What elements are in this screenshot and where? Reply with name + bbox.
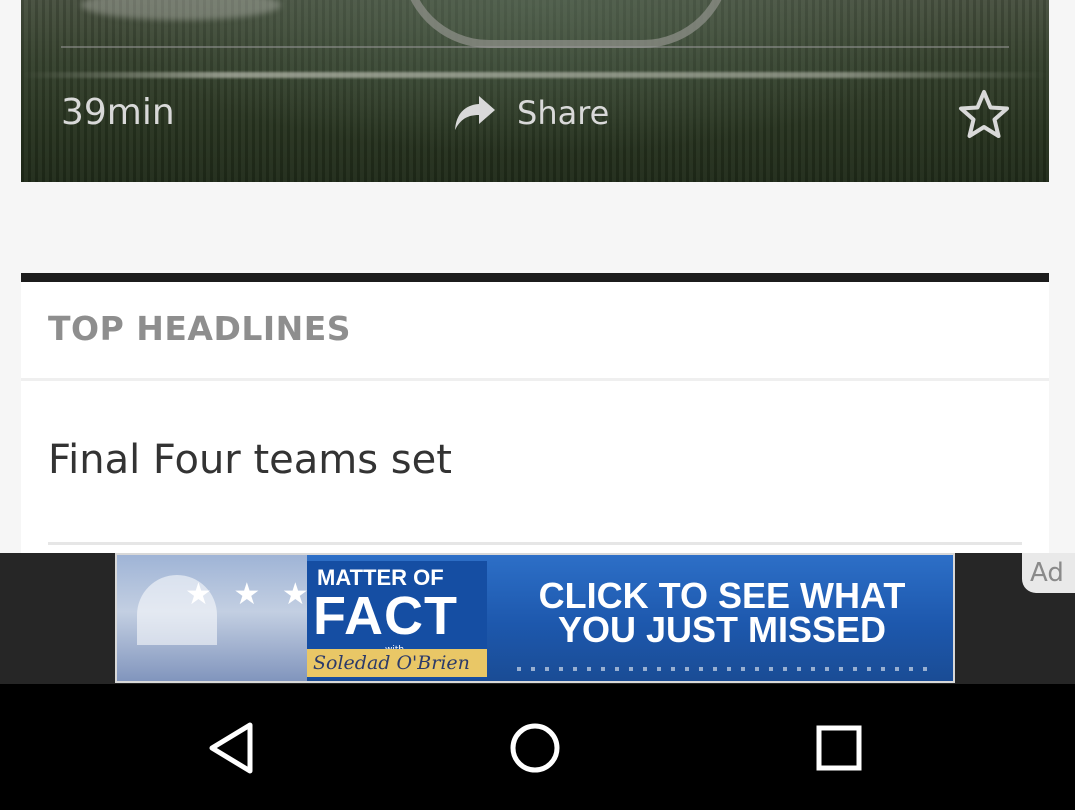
recents-button[interactable] xyxy=(811,720,867,776)
video-duration: 39min xyxy=(61,92,175,133)
ad-cta-line2: YOU JUST MISSED xyxy=(557,609,887,650)
ad-decoration-dots xyxy=(517,667,937,671)
ad-capitol-image xyxy=(117,555,307,681)
back-triangle-icon xyxy=(209,722,253,774)
ad-stars: ★ ★ ★ xyxy=(185,577,315,612)
favorite-button[interactable] xyxy=(957,88,1011,142)
ad-cta: CLICK TO SEE WHAT YOU JUST MISSED xyxy=(497,575,947,650)
share-label: Share xyxy=(517,94,610,132)
ad-banner[interactable]: ★ ★ ★ MATTER OF FACT with Soledad O'Brie… xyxy=(115,553,955,683)
video-card-divider xyxy=(61,46,1009,48)
headline-title: Final Four teams set xyxy=(48,437,452,483)
ad-logo-host: Soledad O'Brien xyxy=(307,649,487,677)
ad-logo-main: FACT xyxy=(313,586,458,646)
ad-strip: ★ ★ ★ MATTER OF FACT with Soledad O'Brie… xyxy=(0,553,1075,684)
recents-square-icon xyxy=(816,725,862,771)
video-thumbnail-highlight xyxy=(81,0,281,20)
top-headlines-section: TOP HEADLINES Final Four teams set xyxy=(21,273,1049,553)
home-button[interactable] xyxy=(507,720,563,776)
home-circle-icon xyxy=(510,723,560,773)
ad-badge[interactable]: Ad xyxy=(1022,553,1075,593)
back-button[interactable] xyxy=(205,720,261,776)
headline-divider xyxy=(48,542,1022,545)
ad-show-logo: MATTER OF FACT with Soledad O'Brien xyxy=(307,561,487,679)
video-thumbnail-helmet xyxy=(401,0,731,48)
ad-cta-line1: CLICK TO SEE WHAT xyxy=(538,575,906,616)
video-card[interactable]: 39min Share xyxy=(21,0,1049,182)
video-thumbnail-yardline xyxy=(21,72,1049,78)
share-button[interactable]: Share xyxy=(453,94,609,132)
headline-item[interactable]: Final Four teams set xyxy=(48,381,1022,546)
star-outline-icon xyxy=(959,90,1009,138)
section-title: TOP HEADLINES xyxy=(48,309,352,348)
system-navigation-bar xyxy=(0,684,1075,810)
share-arrow-icon xyxy=(455,96,495,130)
